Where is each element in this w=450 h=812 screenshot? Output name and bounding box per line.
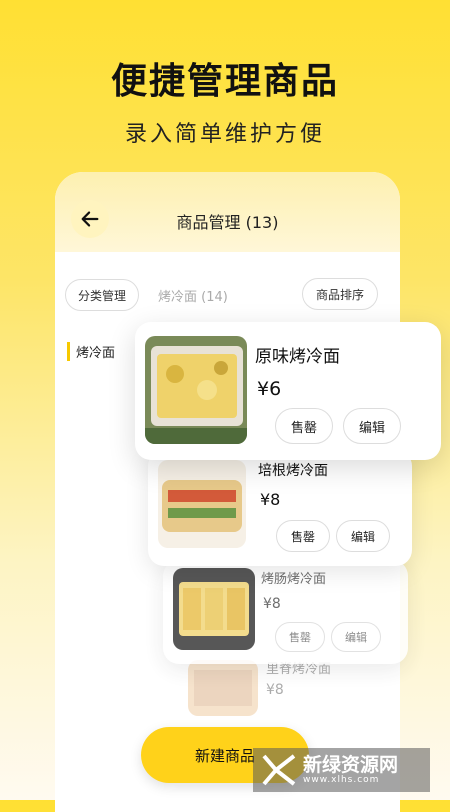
product-name: 烤肠烤冷面 <box>261 572 327 587</box>
product-price: ¥8 <box>263 596 281 612</box>
product-name: 培根烤冷面 <box>258 463 328 479</box>
product-image <box>158 460 246 548</box>
sort-button[interactable]: 商品排序 <box>302 278 378 310</box>
app-header: 商品管理 (13) <box>55 172 400 252</box>
sold-out-button[interactable]: 售罄 <box>276 520 330 552</box>
page-title: 商品管理 (13) <box>176 213 279 232</box>
watermark-url: www.xlhs.com <box>303 775 380 785</box>
edit-button[interactable]: 编辑 <box>336 520 390 552</box>
product-card[interactable]: 培根烤冷面 ¥8 售罄 编辑 <box>148 450 412 566</box>
edit-button[interactable]: 编辑 <box>331 622 381 652</box>
category-manage-button[interactable]: 分类管理 <box>65 279 139 311</box>
product-price: ¥8 <box>260 490 281 509</box>
product-image <box>188 660 258 716</box>
hero-title: 便捷管理商品 <box>110 61 339 102</box>
watermark: 新绿资源网 www.xlhs.com <box>253 748 430 792</box>
sold-out-button[interactable]: 售罄 <box>275 622 325 652</box>
product-price: ¥6 <box>257 378 282 400</box>
current-category-label: 烤冷面 (14) <box>158 290 228 305</box>
product-card[interactable]: 烤肠烤冷面 ¥8 售罄 编辑 <box>163 560 408 664</box>
product-card[interactable]: 原味烤冷面 ¥6 售罄 编辑 <box>135 322 441 460</box>
sold-out-button[interactable]: 售罄 <box>275 408 333 444</box>
product-price: ¥8 <box>266 682 284 698</box>
product-image <box>145 336 247 444</box>
sidebar-item-kaolengmian[interactable]: 烤冷面 <box>67 342 115 361</box>
edit-button[interactable]: 编辑 <box>343 408 401 444</box>
product-name: 原味烤冷面 <box>255 347 340 367</box>
hero-subtitle: 录入简单维护方便 <box>124 122 325 147</box>
product-image <box>173 568 255 650</box>
watermark-text: 新绿资源网 <box>303 754 399 776</box>
watermark-logo-icon <box>262 754 296 786</box>
